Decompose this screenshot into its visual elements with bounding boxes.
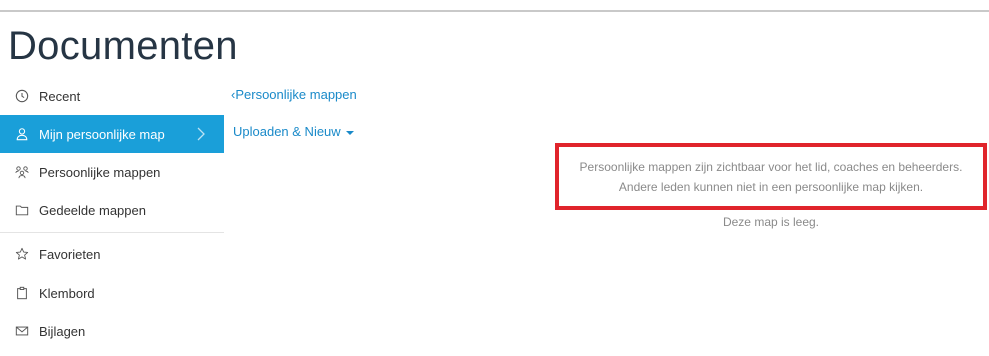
top-border <box>0 10 989 12</box>
sidebar-divider <box>0 232 224 233</box>
back-link-persoonlijke-mappen[interactable]: ‹Persoonlijke mappen <box>231 87 357 102</box>
sidebar-item-label: Mijn persoonlijke map <box>39 126 165 142</box>
notice-line-1: Persoonlijke mappen zijn zichtbaar voor … <box>579 159 963 174</box>
sidebar-item-bijlagen[interactable]: Bijlagen <box>0 312 224 350</box>
chevron-right-icon <box>197 127 205 141</box>
info-notice: Persoonlijke mappen zijn zichtbaar voor … <box>555 143 987 210</box>
empty-folder-text: Deze map is leeg. <box>722 215 820 229</box>
page-title: Documenten <box>8 24 238 68</box>
back-link-label: Persoonlijke mappen <box>235 87 357 102</box>
sidebar-item-label: Bijlagen <box>39 323 86 339</box>
sidebar-item-persoonlijke-mappen[interactable]: Persoonlijke mappen <box>0 153 224 191</box>
user-icon <box>14 126 30 142</box>
sidebar-item-favorieten[interactable]: Favorieten <box>0 235 224 273</box>
sidebar-item-label: Favorieten <box>39 246 101 262</box>
notice-line-2: Andere leden kunnen niet in een persoonl… <box>618 179 924 194</box>
sidebar-item-mijn-persoonlijke-map[interactable]: Mijn persoonlijke map <box>0 115 224 153</box>
star-icon <box>14 246 30 262</box>
sidebar-item-gedeelde-mappen[interactable]: Gedeelde mappen <box>0 191 224 229</box>
mail-icon <box>14 323 30 339</box>
caret-down-icon <box>345 130 354 135</box>
sidebar-item-recent[interactable]: Recent <box>0 77 224 115</box>
sidebar-item-label: Gedeelde mappen <box>39 202 146 218</box>
sidebar-item-label: Persoonlijke mappen <box>39 164 161 180</box>
upload-new-dropdown[interactable]: Uploaden & Nieuw <box>233 124 354 139</box>
users-icon <box>14 164 30 180</box>
upload-new-label: Uploaden & Nieuw <box>233 124 341 139</box>
sidebar-item-label: Klembord <box>39 285 95 301</box>
clipboard-icon <box>14 285 30 301</box>
clock-icon <box>14 88 30 104</box>
sidebar-item-label: Recent <box>39 88 81 104</box>
folder-icon <box>14 202 30 218</box>
sidebar-item-klembord[interactable]: Klembord <box>0 274 224 312</box>
